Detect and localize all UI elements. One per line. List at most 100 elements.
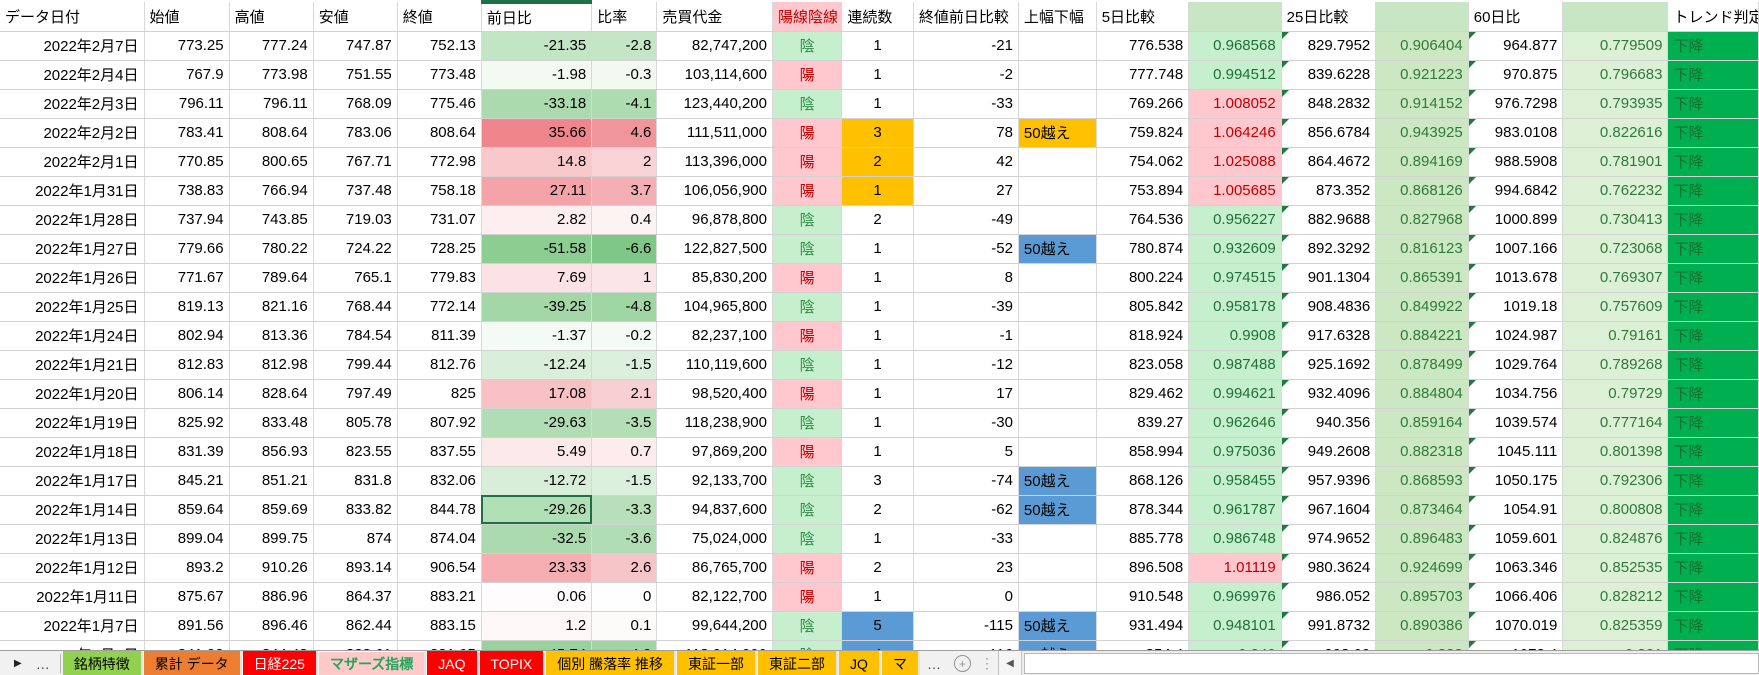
cell-pct[interactable]: 2.6 xyxy=(592,553,657,582)
cell-diff[interactable]: -12 xyxy=(913,350,1018,379)
cell-chg[interactable]: 5.49 xyxy=(481,437,591,466)
cell-d60r[interactable]: 0.769307 xyxy=(1563,263,1668,292)
cell-d60r[interactable]: 0.781901 xyxy=(1563,147,1668,176)
cell-trend[interactable]: 下降 xyxy=(1668,611,1759,640)
cell-date[interactable]: 2022年2月1日 xyxy=(0,147,144,176)
cell-pct[interactable]: 3.7 xyxy=(592,176,657,205)
cell-d5r[interactable]: 1.01119 xyxy=(1189,553,1281,582)
cell-open[interactable]: 841.92 xyxy=(144,640,229,650)
cell-flag[interactable] xyxy=(1018,176,1096,205)
cell-date[interactable]: 2022年1月26日 xyxy=(0,263,144,292)
cell-d25[interactable]: 925.1692 xyxy=(1281,350,1376,379)
col-header-flag[interactable]: 上幅下幅 xyxy=(1018,2,1096,31)
col-header-close[interactable]: 終値 xyxy=(397,2,481,31)
sheet-tab-3[interactable]: 日経225 xyxy=(243,651,318,675)
cell-d5[interactable]: 818.924 xyxy=(1096,321,1188,350)
cell-low[interactable]: 862.44 xyxy=(313,611,397,640)
cell-streak[interactable]: 1 xyxy=(842,176,913,205)
cell-d25[interactable]: 940.356 xyxy=(1281,408,1376,437)
cell-streak[interactable]: 1 xyxy=(842,234,913,263)
cell-d5[interactable]: 805.842 xyxy=(1096,292,1188,321)
col-header-high[interactable]: 高値 xyxy=(229,2,313,31)
cell-d25[interactable]: 848.2832 xyxy=(1281,89,1376,118)
cell-candle[interactable]: 陽 xyxy=(772,582,841,611)
cell-d5[interactable]: 800.224 xyxy=(1096,263,1188,292)
cell-diff[interactable]: -33 xyxy=(913,89,1018,118)
cell-close[interactable]: 752.13 xyxy=(397,31,481,60)
cell-open[interactable]: 796.11 xyxy=(144,89,229,118)
cell-d25r[interactable]: 0.882318 xyxy=(1376,437,1468,466)
cell-d60[interactable]: 1070.019 xyxy=(1468,611,1563,640)
cell-d5[interactable]: 829.462 xyxy=(1096,379,1188,408)
cell-d5[interactable]: 854.4 xyxy=(1096,640,1188,650)
cell-d60[interactable]: 976.7298 xyxy=(1468,89,1563,118)
cell-date[interactable]: 2022年1月11日 xyxy=(0,582,144,611)
cell-candle[interactable]: 陽 xyxy=(772,437,841,466)
cell-open[interactable]: 767.9 xyxy=(144,60,229,89)
cell-diff[interactable]: 42 xyxy=(913,147,1018,176)
cell-flag[interactable] xyxy=(1018,437,1096,466)
cell-vol[interactable]: 97,869,200 xyxy=(657,437,773,466)
cell-vol[interactable]: 111,511,000 xyxy=(657,118,773,147)
cell-chg[interactable]: -51.58 xyxy=(481,234,591,263)
cell-high[interactable]: 780.22 xyxy=(229,234,313,263)
cell-low[interactable]: 799.44 xyxy=(313,350,397,379)
cell-chg[interactable]: -29.26 xyxy=(481,495,591,524)
cell-close[interactable]: 906.54 xyxy=(397,553,481,582)
cell-close[interactable]: 812.76 xyxy=(397,350,481,379)
col-header-date[interactable]: データ日付 xyxy=(0,2,144,31)
cell-chg[interactable]: -32.5 xyxy=(481,524,591,553)
cell-d25r[interactable]: 0.865391 xyxy=(1376,263,1468,292)
cell-d25r[interactable]: 0.906404 xyxy=(1376,31,1468,60)
cell-candle[interactable]: 陽 xyxy=(772,379,841,408)
cell-low[interactable]: 823.61 xyxy=(313,640,397,650)
cell-high[interactable]: 789.64 xyxy=(229,263,313,292)
cell-d5r[interactable]: 0.994512 xyxy=(1189,60,1281,89)
cell-date[interactable]: 2022年1月17日 xyxy=(0,466,144,495)
cell-candle[interactable]: 陰 xyxy=(772,466,841,495)
cell-vol[interactable]: 103,114,600 xyxy=(657,60,773,89)
cell-d25[interactable]: 967.1604 xyxy=(1281,495,1376,524)
cell-d25r[interactable]: 0.859164 xyxy=(1376,408,1468,437)
cell-d5r[interactable]: 0.987488 xyxy=(1189,350,1281,379)
cell-diff[interactable]: -33 xyxy=(913,524,1018,553)
cell-d60r[interactable]: 0.825359 xyxy=(1563,611,1668,640)
col-header-pct[interactable]: 比率 xyxy=(592,2,657,31)
cell-open[interactable]: 802.94 xyxy=(144,321,229,350)
cell-diff[interactable]: 0 xyxy=(913,582,1018,611)
add-sheet-button[interactable]: + xyxy=(954,651,971,675)
cell-d60r[interactable]: 0.852535 xyxy=(1563,553,1668,582)
cell-chg[interactable]: 14.8 xyxy=(481,147,591,176)
cell-flag[interactable] xyxy=(1018,292,1096,321)
cell-candle[interactable]: 陽 xyxy=(772,147,841,176)
cell-streak[interactable]: 1 xyxy=(842,582,913,611)
cell-flag[interactable] xyxy=(1018,205,1096,234)
cell-d60[interactable]: 964.877 xyxy=(1468,31,1563,60)
cell-streak[interactable]: 1 xyxy=(842,263,913,292)
cell-candle[interactable]: 陰 xyxy=(772,350,841,379)
cell-trend[interactable]: 下降 xyxy=(1668,495,1759,524)
cell-streak[interactable]: 2 xyxy=(842,147,913,176)
cell-d5r[interactable]: 0.974515 xyxy=(1189,263,1281,292)
cell-candle[interactable]: 陰 xyxy=(772,640,841,650)
cell-chg[interactable]: -12.24 xyxy=(481,350,591,379)
col-header-d25[interactable]: 25日比較 xyxy=(1281,2,1376,31)
col-header-candle[interactable]: 陽線陰線 xyxy=(772,2,841,31)
cell-d5[interactable]: 754.062 xyxy=(1096,147,1188,176)
cell-low[interactable]: 768.09 xyxy=(313,89,397,118)
cell-date[interactable]: 2022年1月20日 xyxy=(0,379,144,408)
cell-high[interactable]: 856.93 xyxy=(229,437,313,466)
cell-diff[interactable]: 8 xyxy=(913,263,1018,292)
cell-chg[interactable]: 0.06 xyxy=(481,582,591,611)
cell-date[interactable]: 2022年1月24日 xyxy=(0,321,144,350)
cell-trend[interactable]: 下降 xyxy=(1668,437,1759,466)
cell-flag[interactable] xyxy=(1018,350,1096,379)
cell-diff[interactable]: 17 xyxy=(913,379,1018,408)
cell-diff[interactable]: -39 xyxy=(913,292,1018,321)
cell-close[interactable]: 773.48 xyxy=(397,60,481,89)
cell-streak[interactable]: 1 xyxy=(842,379,913,408)
cell-flag[interactable] xyxy=(1018,379,1096,408)
cell-d5r[interactable]: 0.948101 xyxy=(1189,611,1281,640)
cell-pct[interactable]: -4.9 xyxy=(592,640,657,650)
cell-d25r[interactable]: 0.816123 xyxy=(1376,234,1468,263)
